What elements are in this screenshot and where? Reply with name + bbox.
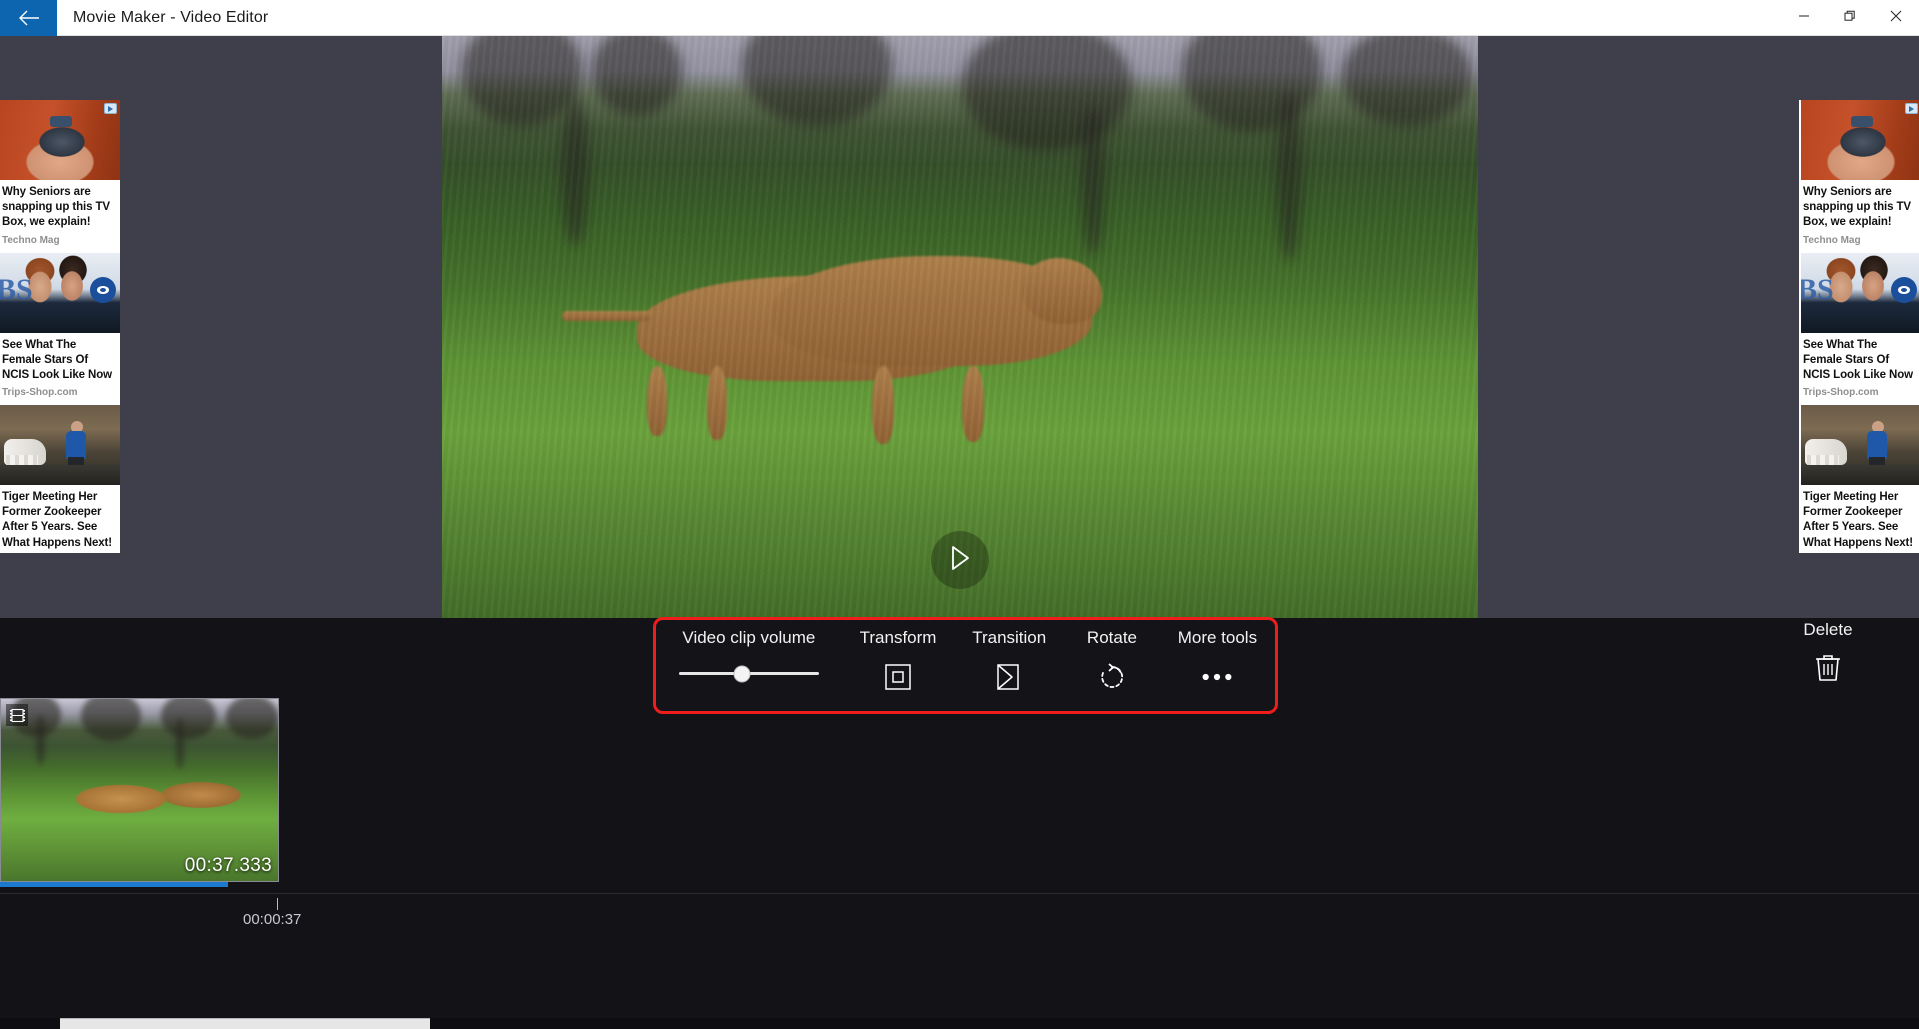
zookeeper-body <box>1867 431 1887 460</box>
editor-workspace: Why Seniors are snapping up this TV Box,… <box>0 36 1919 618</box>
window-controls <box>1781 0 1919 36</box>
play-icon <box>949 545 971 576</box>
timeline-time-label: 00:00:37 <box>243 911 302 928</box>
timeline-divider <box>0 893 1919 894</box>
more-tools-button[interactable]: More tools <box>1178 628 1257 694</box>
tiger-figure <box>4 439 46 470</box>
horizontal-scrollbar[interactable] <box>0 1018 1919 1029</box>
video-clip-volume-control[interactable]: Video clip volume <box>674 628 824 682</box>
ad-item[interactable]: Why Seniors are snapping up this TV Box,… <box>1799 100 1919 253</box>
ad-rail-left: Why Seniors are snapping up this TV Box,… <box>0 100 120 553</box>
ad-image-tv-box[interactable] <box>1801 100 1919 180</box>
ad-headline[interactable]: See What The Female Stars Of NCIS Look L… <box>0 333 120 386</box>
ad-headline[interactable]: See What The Female Stars Of NCIS Look L… <box>1801 333 1919 386</box>
volume-slider[interactable] <box>678 665 819 682</box>
restore-icon <box>1844 9 1856 27</box>
rotate-icon <box>1095 660 1129 694</box>
ad-choices-icon[interactable] <box>1905 103 1918 114</box>
minimize-icon <box>1798 9 1810 27</box>
timeline-clip[interactable]: 00:37.333 <box>0 698 279 882</box>
clip-selection-bar <box>0 882 228 887</box>
ad-headline[interactable]: Tiger Meeting Her Former Zookeeper After… <box>0 485 120 553</box>
delete-label: Delete <box>1803 620 1853 639</box>
tool-label: Video clip volume <box>682 628 816 647</box>
ad-item[interactable]: BS See What The Female Stars Of NCIS Loo… <box>1799 252 1919 406</box>
play-button[interactable] <box>931 531 989 589</box>
close-button[interactable] <box>1873 0 1919 36</box>
ad-source: Trips-Shop.com <box>2 387 78 399</box>
minimize-button[interactable] <box>1781 0 1827 36</box>
ad-image-ncis[interactable]: BS <box>1801 252 1919 333</box>
window-title: Movie Maker - Video Editor <box>73 8 269 26</box>
ad-image-tv-box[interactable] <box>0 100 120 180</box>
tiger-figure <box>1805 439 1847 470</box>
ad-headline[interactable]: Why Seniors are snapping up this TV Box,… <box>1801 180 1919 233</box>
ad-item[interactable]: BS See What The Female Stars Of NCIS Loo… <box>0 252 120 406</box>
delete-clip-button[interactable]: Delete <box>1773 620 1883 687</box>
clip-tools-toolbar: Video clip volume Transform Transition R… <box>653 617 1278 714</box>
transform-button[interactable]: Transform <box>859 628 937 694</box>
tree-trunk <box>36 715 45 765</box>
enclosure-wall <box>0 465 120 486</box>
volume-slider-thumb[interactable] <box>733 665 751 682</box>
transform-icon <box>881 660 915 694</box>
close-icon <box>1890 9 1902 27</box>
clip-duration-label: 00:37.333 <box>184 855 272 876</box>
timeline-tick-mark <box>277 898 278 910</box>
ad-source: Techno Mag <box>2 234 60 246</box>
transition-button[interactable]: Transition <box>972 628 1046 694</box>
cbs-wordmark: BS <box>0 272 33 306</box>
cbs-wordmark: BS <box>1801 272 1834 306</box>
scrollbar-thumb[interactable] <box>60 1018 430 1029</box>
tree-shape <box>161 699 216 739</box>
ad-image-tiger[interactable] <box>0 405 120 486</box>
trash-icon <box>1814 652 1842 687</box>
tool-label: Transition <box>972 628 1047 647</box>
tree-shape <box>226 699 278 739</box>
ad-image-ncis[interactable]: BS <box>0 252 120 333</box>
ellipsis-icon <box>1200 660 1234 694</box>
back-arrow-icon <box>18 10 40 26</box>
video-preview[interactable] <box>442 36 1478 618</box>
rotate-button[interactable]: Rotate <box>1082 628 1142 694</box>
ad-item[interactable]: Why Seniors are snapping up this TV Box,… <box>0 100 120 253</box>
tool-label: More tools <box>1177 628 1258 647</box>
tree-shape <box>81 699 141 741</box>
ad-choices-icon[interactable] <box>104 103 117 114</box>
transition-icon <box>992 660 1026 694</box>
ad-headline[interactable]: Tiger Meeting Her Former Zookeeper After… <box>1801 485 1919 553</box>
ad-headline[interactable]: Why Seniors are snapping up this TV Box,… <box>0 180 120 233</box>
film-strip-icon <box>6 704 28 726</box>
title-bar: Movie Maker - Video Editor <box>0 0 1919 36</box>
tree-trunk <box>176 717 184 769</box>
cbs-eye-logo <box>90 276 116 303</box>
restore-button[interactable] <box>1827 0 1873 36</box>
zookeeper-body <box>66 431 86 460</box>
ad-image-tiger[interactable] <box>1801 405 1919 486</box>
back-button[interactable] <box>0 0 57 36</box>
cbs-eye-logo <box>1891 276 1917 303</box>
tool-label: Transform <box>859 628 937 647</box>
ad-item[interactable]: Tiger Meeting Her Former Zookeeper After… <box>1799 405 1919 553</box>
enclosure-wall <box>1801 465 1919 486</box>
tool-label: Rotate <box>1086 628 1138 647</box>
ad-rail-right: Why Seniors are snapping up this TV Box,… <box>1799 100 1919 553</box>
ad-source: Trips-Shop.com <box>1803 387 1879 399</box>
ad-source: Techno Mag <box>1803 234 1861 246</box>
ad-item[interactable]: Tiger Meeting Her Former Zookeeper After… <box>0 405 120 553</box>
